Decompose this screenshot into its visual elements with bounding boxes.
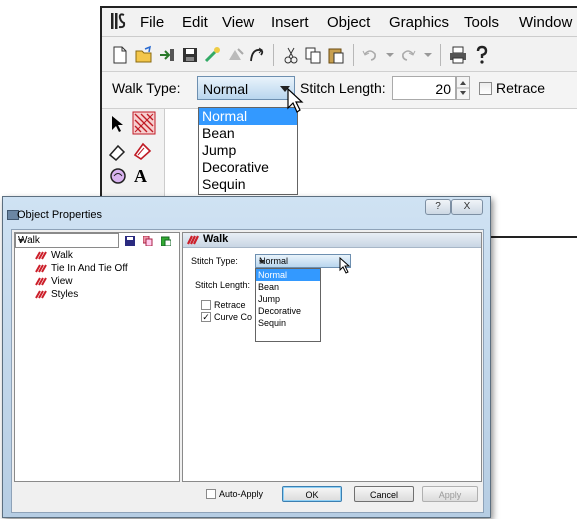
stitch-type-option-decorative[interactable]: Decorative <box>256 305 320 317</box>
help-icon[interactable] <box>472 45 492 65</box>
tree-item-view[interactable]: View <box>51 276 73 287</box>
stitch-type-dropdown-list: Normal Bean Jump Decorative Sequin <box>255 268 321 342</box>
spinner-arrows-icon <box>457 81 469 95</box>
copy-icon[interactable] <box>303 45 323 65</box>
stitch-type-option-bean[interactable]: Bean <box>256 281 320 293</box>
stitch-type-select[interactable]: Normal <box>255 254 351 268</box>
toolbar-separator <box>440 44 441 66</box>
tree-item-styles[interactable]: Styles <box>51 289 78 300</box>
stitch-length-label: Stitch Length: <box>300 80 386 96</box>
menu-file[interactable]: File <box>140 14 164 31</box>
curve-label: Curve Co <box>214 312 253 322</box>
walk-type-dropdown-list: Normal Bean Jump Decorative Sequin <box>198 107 298 195</box>
app-logo-icon <box>111 13 126 29</box>
import-icon[interactable] <box>157 45 177 65</box>
stitch-length-spinner[interactable] <box>456 76 470 100</box>
text-tool-icon[interactable]: A <box>134 166 147 187</box>
stitch-length-input[interactable]: 20 <box>392 76 456 100</box>
auto-apply-checkbox[interactable] <box>206 489 216 499</box>
mouse-cursor-icon <box>287 88 304 113</box>
walk-header-title: Walk <box>203 233 229 245</box>
pointer-tool-icon[interactable] <box>110 115 124 133</box>
menu-object[interactable]: Object <box>327 14 370 31</box>
stitch-type-option-sequin[interactable]: Sequin <box>256 317 320 329</box>
wizard-icon[interactable] <box>203 45 223 65</box>
property-tree-pane: Walk Walk Tie In And Tie Off View Styles <box>14 232 180 482</box>
ok-button[interactable]: OK <box>282 486 342 502</box>
fill-stitch-tool-icon[interactable] <box>132 111 156 135</box>
tree-item-tie-in-and-tie-off[interactable]: Tie In And Tie Off <box>51 263 128 274</box>
property-category-select[interactable]: Walk <box>15 233 119 248</box>
stitch-type-label: Stitch Type: <box>191 256 238 266</box>
stitch-type-option-jump[interactable]: Jump <box>256 293 320 305</box>
retrace-label: Retrace <box>496 80 546 96</box>
redo-icon[interactable] <box>398 45 418 65</box>
save-icon[interactable] <box>180 45 200 65</box>
walk-stitch-icon <box>35 251 47 260</box>
paste-icon[interactable] <box>326 45 346 65</box>
toolbar-separator <box>273 44 274 66</box>
menu-edit[interactable]: Edit <box>182 14 208 31</box>
save-style-icon[interactable] <box>125 236 135 246</box>
dialog-help-button[interactable]: ? <box>425 199 451 215</box>
view-icon <box>35 277 47 286</box>
cancel-button[interactable]: Cancel <box>354 486 414 502</box>
walk-header-icon <box>187 235 199 245</box>
dialog-retrace-label: Retrace <box>214 300 246 310</box>
dialog-close-button[interactable]: X <box>451 199 483 215</box>
menu-bar: File Edit View Insert Object Graphics To… <box>102 8 577 37</box>
chevron-down-icon <box>259 260 265 264</box>
tree-item-walk[interactable]: Walk <box>51 250 73 261</box>
curve-checkbox[interactable]: ✓ <box>201 312 211 322</box>
edit-stitch-tool-icon[interactable] <box>132 141 154 161</box>
stitch-tool-icon[interactable] <box>248 45 268 65</box>
walk-type-label: Walk Type: <box>112 80 181 96</box>
walk-type-option-bean[interactable]: Bean <box>199 125 297 142</box>
disabled-tool-icon[interactable] <box>226 45 246 65</box>
paste-style-icon[interactable] <box>161 236 171 246</box>
undo-dropdown-icon[interactable] <box>380 45 400 65</box>
menu-view[interactable]: View <box>222 14 254 31</box>
menu-window[interactable]: Window <box>519 14 572 31</box>
walk-type-option-jump[interactable]: Jump <box>199 142 297 159</box>
tie-in-icon <box>35 264 47 273</box>
stitch-type-option-normal[interactable]: Normal <box>256 269 320 281</box>
new-file-icon[interactable] <box>110 45 130 65</box>
walk-properties-pane: Walk Stitch Type: Normal Stitch Length: … <box>182 232 482 482</box>
walk-type-option-normal[interactable]: Normal <box>199 108 297 125</box>
auto-apply-label: Auto-Apply <box>219 489 264 499</box>
dialog-stitch-length-label: Stitch Length: <box>195 280 251 290</box>
walk-type-value: Normal <box>203 81 249 97</box>
dialog-retrace-checkbox[interactable] <box>201 300 211 310</box>
walk-type-option-decorative[interactable]: Decorative <box>199 159 297 176</box>
object-properties-dialog: Object Properties ? X Walk Walk Tie In A… <box>2 196 491 518</box>
apply-button[interactable]: Apply <box>422 486 478 502</box>
dialog-body: Walk Walk Tie In And Tie Off View Styles… <box>11 229 484 513</box>
copy-style-icon[interactable] <box>143 236 153 246</box>
dialog-mouse-cursor-icon <box>339 257 351 274</box>
menu-graphics[interactable]: Graphics <box>389 14 449 31</box>
menu-tools[interactable]: Tools <box>464 14 499 31</box>
main-toolbar <box>102 37 577 72</box>
toolbar-separator <box>353 44 354 66</box>
redo-dropdown-icon[interactable] <box>418 45 438 65</box>
walk-type-option-sequin[interactable]: Sequin <box>199 176 297 193</box>
chevron-down-icon <box>18 239 24 243</box>
dialog-title: Object Properties <box>17 209 102 221</box>
property-bar: Walk Type: Normal Stitch Length: 20 Retr… <box>102 72 577 109</box>
open-folder-icon[interactable] <box>134 45 154 65</box>
menu-insert[interactable]: Insert <box>271 14 309 31</box>
styles-icon <box>35 290 47 299</box>
retrace-checkbox[interactable] <box>479 82 492 95</box>
monogram-tool-icon[interactable] <box>108 167 130 187</box>
stitch-length-value: 20 <box>435 81 451 97</box>
print-icon[interactable] <box>448 45 468 65</box>
eraser-tool-icon[interactable] <box>108 143 130 161</box>
walk-type-select[interactable]: Normal <box>197 76 295 100</box>
walk-section-header: Walk <box>183 233 481 248</box>
cut-icon[interactable] <box>281 45 301 65</box>
undo-icon[interactable] <box>360 45 380 65</box>
